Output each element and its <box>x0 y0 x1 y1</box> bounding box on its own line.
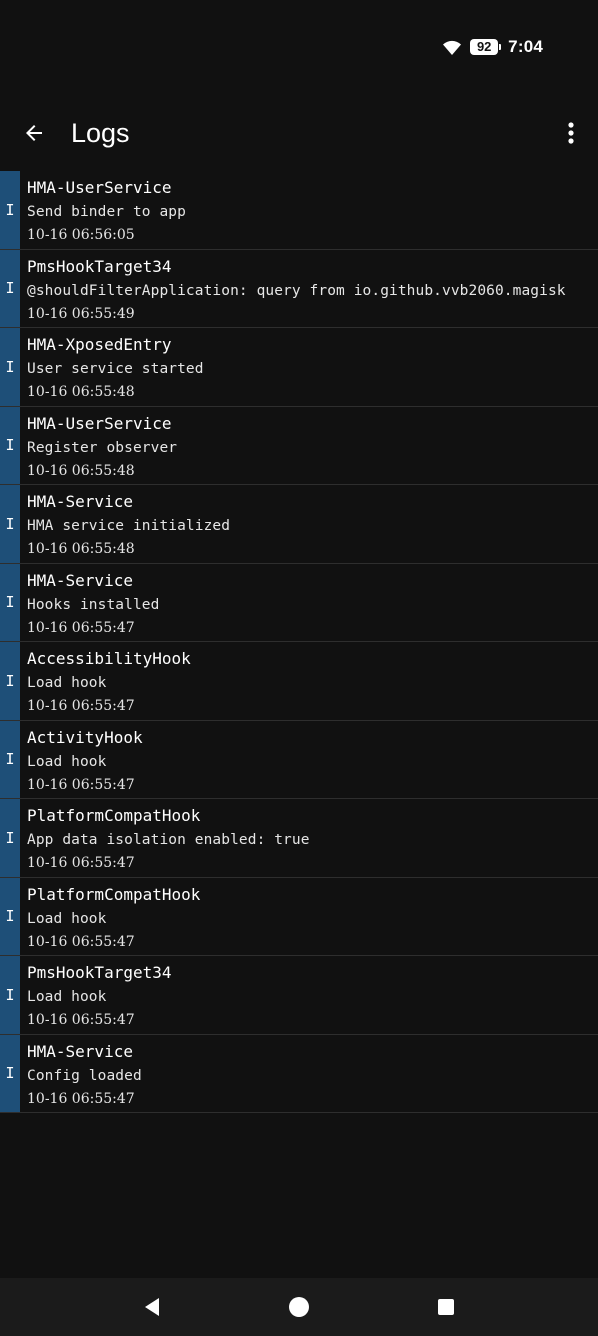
log-message: Load hook <box>27 753 107 770</box>
log-message: Send binder to app <box>27 204 186 220</box>
log-message: Register observer <box>27 439 178 456</box>
more-vertical-icon <box>568 122 574 144</box>
log-entry[interactable]: I AccessibilityHook Load hook 10-16 06:55:4… <box>0 642 598 721</box>
page-title: Logs <box>71 118 130 148</box>
log-level-indicator: I <box>0 171 20 249</box>
log-message: Hooks installed <box>27 596 160 613</box>
log-entry[interactable]: I HMA-Service Hooks installed 10-16 06:55:4… <box>0 563 598 642</box>
log-tag: PlatformCompatHook <box>27 884 201 904</box>
log-timestamp: 10-16 06:55:47 <box>27 1012 135 1028</box>
log-entry[interactable]: I PmsHookTarget34 @shouldFilterApplication… <box>0 249 598 328</box>
log-tag: ActivityHook <box>27 727 143 747</box>
log-message: Config loaded <box>27 1067 142 1084</box>
log-list[interactable]: I HMA-UserService Send binder to app 10-16 … <box>0 171 598 1113</box>
log-level-label: I <box>5 828 15 847</box>
status-bar: 92 7:04 <box>0 0 598 95</box>
log-timestamp: 10-16 06:55:47 <box>27 776 135 793</box>
log-tag: PlatformCompatHook <box>27 806 201 825</box>
log-entry[interactable]: I HMA-Service Config loaded 10-16 06:55:47 <box>0 1034 598 1113</box>
log-timestamp: 10-16 06:55:47 <box>27 619 135 636</box>
log-timestamp: 10-16 06:56:05 <box>27 227 135 243</box>
navigation-bar <box>0 1278 598 1336</box>
log-level-label: I <box>5 907 15 926</box>
log-timestamp: 10-16 06:55:47 <box>27 1090 135 1107</box>
log-tag: HMA-UserService <box>27 178 172 197</box>
log-tag: PmsHookTarget34 <box>27 963 172 982</box>
log-message: Load hook <box>27 675 107 691</box>
log-entry[interactable]: I PlatformCompatHook Load hook 10-16 06:55:… <box>0 877 598 956</box>
log-level-indicator: I <box>0 328 20 406</box>
log-level-label: I <box>5 671 15 690</box>
log-entry[interactable]: I HMA-Service HMA service initialized 10-16… <box>0 485 598 564</box>
log-entry[interactable]: I HMA-UserService Send binder to app 10-16 … <box>0 171 598 250</box>
log-level-label: I <box>5 1064 15 1083</box>
log-level-indicator: I <box>0 485 20 563</box>
log-message: App data isolation enabled: true <box>27 832 310 848</box>
log-tag: HMA-Service <box>27 570 133 590</box>
nav-back-icon[interactable] <box>140 1295 164 1319</box>
log-level-indicator: I <box>0 1034 20 1112</box>
log-message: Load hook <box>27 989 107 1005</box>
log-level-indicator: I <box>0 406 20 484</box>
log-entry[interactable]: I PlatformCompatHook App data isolation en… <box>0 799 598 878</box>
log-level-indicator: I <box>0 799 20 877</box>
log-tag: HMA-Service <box>27 492 133 511</box>
log-entry[interactable]: I ActivityHook Load hook 10-16 06:55:47 <box>0 720 598 799</box>
log-entry[interactable]: I PmsHookTarget34 Load hook 10-16 06:55:47 <box>0 956 598 1035</box>
log-tag: HMA-XposedEntry <box>27 335 172 354</box>
log-level-label: I <box>5 593 15 612</box>
log-level-label: I <box>5 436 15 455</box>
log-level-label: I <box>5 750 15 769</box>
log-level-indicator: I <box>0 563 20 641</box>
log-tag: AccessibilityHook <box>27 649 191 668</box>
nav-home-icon[interactable] <box>287 1295 311 1319</box>
log-timestamp: 10-16 06:55:49 <box>27 305 135 322</box>
app-bar: Logs <box>0 95 598 171</box>
wifi-icon <box>443 40 462 55</box>
more-options-button[interactable] <box>556 113 586 153</box>
log-level-label: I <box>5 200 15 219</box>
log-timestamp: 10-16 06:55:47 <box>27 698 135 714</box>
log-level-label: I <box>5 514 15 533</box>
log-message: Load hook <box>27 910 107 927</box>
log-level-indicator: I <box>0 956 20 1034</box>
log-message: @shouldFilterApplication: query from io.… <box>27 282 566 299</box>
log-timestamp: 10-16 06:55:48 <box>27 541 135 557</box>
log-tag: HMA-UserService <box>27 413 172 433</box>
nav-recents-icon[interactable] <box>434 1295 458 1319</box>
log-level-indicator: I <box>0 642 20 720</box>
log-timestamp: 10-16 06:55:48 <box>27 384 135 400</box>
arrow-left-icon <box>26 125 42 141</box>
log-level-label: I <box>5 357 15 376</box>
log-message: HMA service initialized <box>27 518 231 534</box>
log-timestamp: 10-16 06:55:48 <box>27 462 135 479</box>
log-message: User service started <box>27 361 204 377</box>
log-level-indicator: I <box>0 877 20 955</box>
status-icons: 92 7:04 <box>442 36 543 58</box>
log-entry[interactable]: I HMA-XposedEntry User service started 10-1… <box>0 328 598 407</box>
back-button[interactable] <box>14 113 54 153</box>
log-timestamp: 10-16 06:55:47 <box>27 933 135 950</box>
log-timestamp: 10-16 06:55:47 <box>27 855 135 871</box>
log-level-label: I <box>5 985 15 1004</box>
log-entry[interactable]: I HMA-UserService Register observer 10-16 0… <box>0 406 598 485</box>
log-level-indicator: I <box>0 249 20 327</box>
log-tag: HMA-Service <box>27 1041 133 1061</box>
log-tag: PmsHookTarget34 <box>27 256 172 276</box>
status-time: 7:04 <box>508 37 543 56</box>
log-level-indicator: I <box>0 720 20 798</box>
battery-icon: 92 <box>470 39 502 55</box>
logs-screen: 92 7:04 Logs I HMA-UserService Send binder… <box>0 0 598 1336</box>
log-level-label: I <box>5 279 15 298</box>
